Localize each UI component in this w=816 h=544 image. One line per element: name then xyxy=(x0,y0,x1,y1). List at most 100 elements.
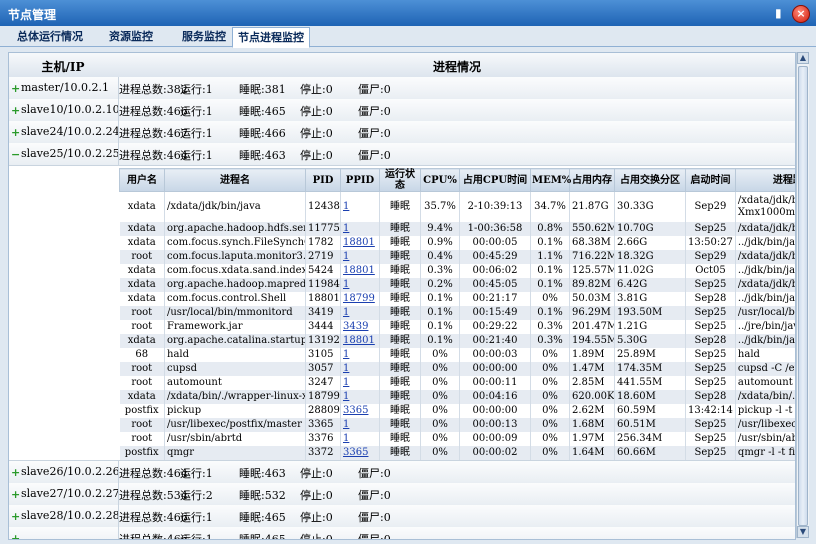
ppid-link[interactable]: 18801 xyxy=(343,237,375,248)
process-row[interactable]: root automount 3247 1 睡眠 0% 00:00:11 0% 2.85M 441… xyxy=(119,376,795,390)
ppid-link[interactable]: 1 xyxy=(343,349,349,360)
process-row[interactable]: postfix pickup 28809 3365 睡眠 0% 00:00:00 0% 2.62… xyxy=(119,404,795,418)
host-row[interactable]: +slave27/10.0.2.27 进程总数:534 运行:2 睡眠:532 停止:0… xyxy=(9,483,795,506)
ppid-link[interactable]: 1 xyxy=(343,391,349,402)
ppid-link[interactable]: 1 xyxy=(343,419,349,430)
ppid-link[interactable]: 1 xyxy=(343,223,349,234)
host-row[interactable]: +slave28/10.0.2.28 进程总数:466 运行:1 睡眠:465 停止:0… xyxy=(9,505,795,528)
host-cell[interactable]: +master/10.0.2.1 xyxy=(11,81,119,94)
ppid-link[interactable]: 18801 xyxy=(343,265,375,276)
expand-icon[interactable]: + xyxy=(11,489,20,500)
ppid-cell[interactable]: 18801 xyxy=(340,236,380,250)
ppid-link[interactable]: 1 xyxy=(343,201,349,212)
ppid-cell[interactable]: 1 xyxy=(340,278,380,292)
process-row[interactable]: root/usr/libexec/postfix/master 3365 1 睡眠 0%… xyxy=(119,418,795,432)
host-row[interactable]: −slave25/10.0.2.25 进程总数:464 运行:1 睡眠:463 停止:0… xyxy=(9,143,795,166)
host-cell[interactable]: + xyxy=(11,531,119,540)
process-row[interactable]: xdata/xdata/jdk/bin/java 12438 1 睡眠 35.7% 2-1… xyxy=(119,191,795,222)
host-row[interactable]: + 进程总数:466 运行:1 睡眠:465 停止:0 僵尸:0 xyxy=(9,527,795,540)
host-row[interactable]: +slave26/10.0.2.26 进程总数:464 运行:1 睡眠:463 停止:0… xyxy=(9,461,795,484)
column-header[interactable]: MEM% xyxy=(530,168,571,192)
tab-resource-monitor[interactable]: 资源监控 xyxy=(94,28,168,45)
column-header[interactable]: 占用交换分区 xyxy=(614,168,686,192)
process-row[interactable]: xdatacom.focus.xdata.sand.index.Ind...54… xyxy=(119,264,795,278)
ppid-link[interactable]: 1 xyxy=(343,279,349,290)
ppid-cell[interactable]: 1 xyxy=(340,376,380,390)
ppid-link[interactable]: 3439 xyxy=(343,321,368,332)
host-cell[interactable]: +slave28/10.0.2.28 xyxy=(11,509,120,522)
scroll-thumb[interactable] xyxy=(798,66,808,526)
expand-icon[interactable]: + xyxy=(11,511,20,522)
column-header[interactable]: 占用内存 xyxy=(569,168,615,192)
column-header[interactable]: 运行状态 xyxy=(379,168,421,192)
column-header[interactable]: 启动时间 xyxy=(685,168,736,192)
host-row[interactable]: +slave24/10.0.2.24 进程总数:467 运行:1 睡眠:466 停止:0… xyxy=(9,121,795,144)
ppid-link[interactable]: 1 xyxy=(343,307,349,318)
collapse-icon[interactable]: − xyxy=(11,149,20,160)
host-row[interactable]: +master/10.0.2.1 进程总数:382 运行:1 睡眠:381 停止:0 僵尸… xyxy=(9,77,795,100)
expand-icon[interactable]: + xyxy=(11,127,20,138)
expand-icon[interactable]: + xyxy=(11,83,20,94)
expand-icon[interactable]: + xyxy=(11,105,20,116)
close-icon[interactable]: × xyxy=(792,5,810,23)
ppid-cell[interactable]: 1 xyxy=(340,191,380,222)
ppid-cell[interactable]: 18801 xyxy=(340,264,380,278)
ppid-link[interactable]: 18801 xyxy=(343,335,375,346)
process-row[interactable]: root cupsd 3057 1 睡眠 0% 00:00:00 0% 1.47M 174.35M… xyxy=(119,362,795,376)
ppid-cell[interactable]: 1 xyxy=(340,348,380,362)
column-header[interactable]: 进程名 xyxy=(164,168,306,192)
host-cell[interactable]: +slave10/10.0.2.10 xyxy=(11,103,120,116)
pin-icon[interactable]: ▮ xyxy=(775,6,785,20)
column-header[interactable]: PPID xyxy=(340,168,380,192)
process-row[interactable]: rootcom.focus.laputa.monitor3.serv...271… xyxy=(119,250,795,264)
ppid-link[interactable]: 1 xyxy=(343,377,349,388)
host-row[interactable]: +slave10/10.0.2.10 进程总数:466 运行:1 睡眠:465 停止:0… xyxy=(9,99,795,122)
scroll-up-icon[interactable]: ▲ xyxy=(797,52,809,64)
process-row[interactable]: xdataorg.apache.hadoop.hdfs.server....11… xyxy=(119,222,795,236)
column-header[interactable]: 占用CPU时间 xyxy=(459,168,531,192)
expand-icon[interactable]: + xyxy=(11,467,20,478)
process-row[interactable]: xdata/xdata/bin/./wrapper-linux-x86...18… xyxy=(119,390,795,404)
process-row[interactable]: xdataorg.apache.hadoop.mapred.TaskT...11… xyxy=(119,278,795,292)
scroll-down-icon[interactable]: ▼ xyxy=(797,526,809,538)
ppid-cell[interactable]: 1 xyxy=(340,390,380,404)
host-cell[interactable]: +slave26/10.0.2.26 xyxy=(11,465,120,478)
process-row[interactable]: root Framework.jar 3444 3439 睡眠 0.1% 00:29:22 0… xyxy=(119,320,795,334)
process-row[interactable]: root/usr/local/bin/mmonitord 3419 1 睡眠 0.1% 0… xyxy=(119,306,795,320)
process-row[interactable]: postfix qmgr 3372 3365 睡眠 0% 00:00:02 0% 1.64M 60… xyxy=(119,446,795,460)
ppid-cell[interactable]: 1 xyxy=(340,306,380,320)
process-row[interactable]: 68 hald 3105 1 睡眠 0% 00:00:03 0% 1.89M 25.89M Sep2… xyxy=(119,348,795,362)
ppid-cell[interactable]: 3365 xyxy=(340,404,380,418)
column-header[interactable]: CPU% xyxy=(420,168,460,192)
ppid-link[interactable]: 1 xyxy=(343,363,349,374)
ppid-link[interactable]: 3365 xyxy=(343,447,368,458)
process-row[interactable]: root/usr/sbin/abrtd 3376 1 睡眠 0% 00:00:09 0% 1.… xyxy=(119,432,795,446)
host-cell[interactable]: −slave25/10.0.2.25 xyxy=(11,147,120,160)
process-row[interactable]: xdatacom.focus.synch.FileSynchClien...17… xyxy=(119,236,795,250)
column-header[interactable]: PID xyxy=(305,168,341,192)
ppid-cell[interactable]: 18801 xyxy=(340,334,380,348)
tab-node-process-monitor[interactable]: 节点进程监控 xyxy=(232,27,310,48)
ppid-cell[interactable]: 1 xyxy=(340,418,380,432)
expand-icon[interactable]: + xyxy=(11,533,20,540)
ppid-cell[interactable]: 1 xyxy=(340,432,380,446)
column-header[interactable]: 进程路径 xyxy=(734,168,795,192)
ppid-cell[interactable]: 1 xyxy=(340,362,380,376)
process-row[interactable]: xdataorg.apache.catalina.startup.Bo...13… xyxy=(119,334,795,348)
process-row[interactable]: xdata com.focus.control.Shell 18801 18799 睡眠… xyxy=(119,292,795,306)
host-cell[interactable]: +slave24/10.0.2.24 xyxy=(11,125,120,138)
ppid-link[interactable]: 1 xyxy=(343,251,349,262)
vertical-scrollbar[interactable]: ▲ ▼ xyxy=(796,52,809,538)
tab-overall-status[interactable]: 总体运行情况 xyxy=(6,28,94,45)
ppid-link[interactable]: 3365 xyxy=(343,405,368,416)
ppid-cell[interactable]: 18799 xyxy=(340,292,380,306)
host-cell[interactable]: +slave27/10.0.2.27 xyxy=(11,487,120,500)
column-header[interactable]: 用户名 xyxy=(119,168,165,192)
ppid-link[interactable]: 1 xyxy=(343,433,349,444)
tab-service-monitor[interactable]: 服务监控 xyxy=(168,28,240,45)
ppid-cell[interactable]: 3439 xyxy=(340,320,380,334)
ppid-cell[interactable]: 1 xyxy=(340,222,380,236)
ppid-cell[interactable]: 1 xyxy=(340,250,380,264)
ppid-link[interactable]: 18799 xyxy=(343,293,375,304)
ppid-cell[interactable]: 3365 xyxy=(340,446,380,460)
